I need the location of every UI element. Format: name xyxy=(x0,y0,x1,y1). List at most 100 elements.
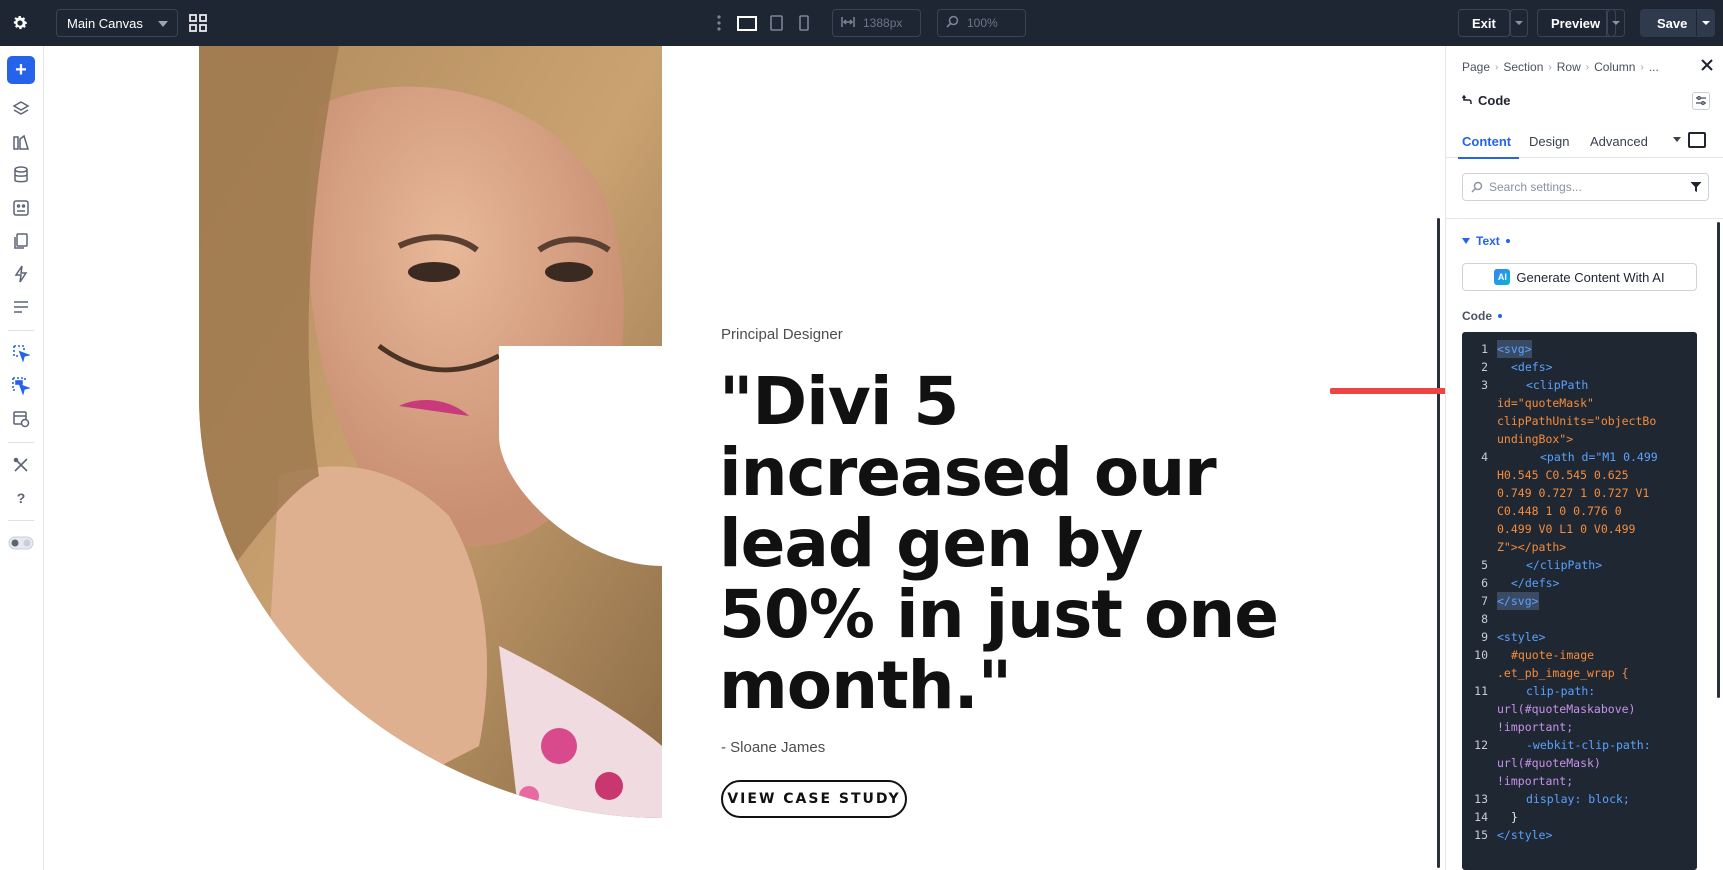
divi-builder: Main Canvas 1388px 100% Exit Preview Sav… xyxy=(0,0,1723,870)
code-line: clip-path: xyxy=(1526,684,1596,698)
help-icon[interactable]: ? xyxy=(10,487,32,509)
breadcrumb-row[interactable]: Row xyxy=(1557,60,1581,74)
gear-icon[interactable] xyxy=(8,11,32,35)
code-line: 0.499 V0 L1 0 V0.499 xyxy=(1497,522,1636,536)
chevron-down-icon xyxy=(1606,10,1624,36)
line-number: 6 xyxy=(1481,576,1488,590)
line-number: 15 xyxy=(1474,828,1488,842)
generate-ai-button[interactable]: AI Generate Content With AI xyxy=(1462,263,1697,291)
kebab-icon[interactable] xyxy=(714,13,724,33)
preview-button[interactable]: Preview xyxy=(1537,9,1616,37)
select-icon[interactable] xyxy=(10,342,32,364)
quote-image[interactable] xyxy=(199,46,662,818)
pages-icon[interactable] xyxy=(10,230,32,252)
code-line: url(#quoteMask) xyxy=(1497,756,1601,770)
database-icon[interactable] xyxy=(10,164,32,186)
tab-advanced[interactable]: Advanced xyxy=(1590,124,1648,158)
code-line: -webkit-clip-path: xyxy=(1526,738,1651,752)
width-icon xyxy=(841,16,855,31)
code-line: } xyxy=(1511,810,1518,824)
code-line: <path d="M1 0.499 xyxy=(1540,450,1658,464)
code-line: H0.545 C0.545 0.625 xyxy=(1497,468,1629,482)
tools-icon[interactable] xyxy=(10,454,32,476)
canvas-select[interactable]: Main Canvas xyxy=(56,9,178,37)
modified-dot xyxy=(1505,239,1510,243)
template-icon[interactable] xyxy=(10,197,32,219)
code-line: <defs> xyxy=(1511,360,1553,374)
breadcrumb-section[interactable]: Section xyxy=(1503,60,1543,74)
zoom-icon xyxy=(946,15,959,31)
code-line: url(#quoteMaskabove) xyxy=(1497,702,1636,716)
search-input[interactable]: Search settings... xyxy=(1462,173,1709,201)
code-line: undingBox"> xyxy=(1497,432,1574,446)
phone-icon[interactable] xyxy=(792,12,816,34)
code-line: 0.749 0.727 1 0.727 V1 xyxy=(1497,486,1650,500)
tab-content[interactable]: Content xyxy=(1457,124,1520,159)
breadcrumb-page[interactable]: Page xyxy=(1462,60,1490,74)
list-icon[interactable] xyxy=(10,296,32,318)
chevron-down-icon[interactable] xyxy=(1673,137,1681,142)
multi-select-icon[interactable] xyxy=(10,375,32,397)
testimonial-author[interactable]: - Sloane James xyxy=(721,739,825,756)
settings-panel: Page › Section › Row › Column › ... Code… xyxy=(1445,46,1723,870)
grid-icon[interactable] xyxy=(187,12,209,34)
adjust-icon[interactable] xyxy=(1692,92,1710,110)
line-number: 12 xyxy=(1474,738,1488,752)
eyebrow-text[interactable]: Principal Designer xyxy=(721,326,843,343)
code-line: Z"></path> xyxy=(1497,540,1567,554)
chevron-down-icon[interactable] xyxy=(1696,10,1714,36)
zoom-field[interactable]: 100% xyxy=(937,9,1026,37)
code-line: </clipPath> xyxy=(1526,558,1603,572)
chevron-right-icon: › xyxy=(1548,61,1552,73)
exit-dropdown[interactable] xyxy=(1509,9,1528,37)
sidebar-divider xyxy=(8,330,34,331)
testimonial-quote[interactable]: "Divi 5 increased our lead gen by 50% in… xyxy=(719,366,1279,721)
layers-icon[interactable] xyxy=(10,98,32,120)
tablet-icon[interactable] xyxy=(764,12,788,34)
line-number: 10 xyxy=(1474,648,1488,662)
theme-builder-icon[interactable] xyxy=(10,408,32,430)
breadcrumb-column[interactable]: Column xyxy=(1594,60,1635,74)
toggle-icon[interactable] xyxy=(8,532,34,554)
left-sidebar: + ? xyxy=(0,46,44,870)
text-section-toggle[interactable]: Text xyxy=(1462,234,1510,248)
plus-icon[interactable]: + xyxy=(7,56,35,84)
window-icon[interactable] xyxy=(1688,132,1706,148)
top-toolbar: Main Canvas 1388px 100% Exit Preview Sav… xyxy=(0,0,1723,46)
sidebar-divider xyxy=(8,442,34,443)
line-number: 13 xyxy=(1474,792,1488,806)
undo-icon[interactable] xyxy=(1461,93,1472,108)
preview-label: Preview xyxy=(1551,15,1601,31)
search-placeholder: Search settings... xyxy=(1489,180,1582,194)
exit-button[interactable]: Exit xyxy=(1458,9,1510,37)
chevron-down-icon xyxy=(158,21,168,27)
chevron-down-icon xyxy=(1509,10,1527,36)
library-icon[interactable] xyxy=(10,131,32,153)
panel-scrollbar[interactable] xyxy=(1717,222,1720,698)
canvas-scrollbar[interactable] xyxy=(1437,218,1440,868)
preview-dropdown[interactable] xyxy=(1606,9,1625,37)
code-line: #quote-image xyxy=(1511,648,1595,662)
save-button[interactable]: Save xyxy=(1640,9,1715,37)
bolt-icon[interactable] xyxy=(10,263,32,285)
code-line: </style> xyxy=(1497,828,1553,842)
module-title: Code xyxy=(1478,93,1511,108)
line-number: 7 xyxy=(1481,594,1488,608)
close-icon[interactable] xyxy=(1700,58,1714,72)
settings-tabs: Content Design Advanced xyxy=(1446,124,1723,159)
page-canvas[interactable]: Principal Designer "Divi 5 increased our… xyxy=(44,46,1445,870)
breadcrumb-more[interactable]: ... xyxy=(1649,60,1659,74)
line-number: 2 xyxy=(1481,360,1488,374)
code-editor[interactable]: 1 <svg> 2 <defs> 3 <clipPath id="quoteMask"… xyxy=(1462,332,1697,870)
line-number: 3 xyxy=(1481,378,1488,392)
filter-icon[interactable] xyxy=(1690,181,1702,196)
desktop-icon[interactable] xyxy=(735,12,759,34)
code-line: </defs> xyxy=(1511,576,1560,590)
code-label-text: Code xyxy=(1462,309,1492,323)
code-line: .et_pb_image_wrap { xyxy=(1497,666,1629,680)
chevron-right-icon: › xyxy=(1495,61,1499,73)
view-case-study-button[interactable]: VIEW CASE STUDY xyxy=(721,780,907,818)
chevron-right-icon: › xyxy=(1585,61,1590,73)
canvas-width-field[interactable]: 1388px xyxy=(832,9,921,37)
tab-design[interactable]: Design xyxy=(1529,124,1569,158)
